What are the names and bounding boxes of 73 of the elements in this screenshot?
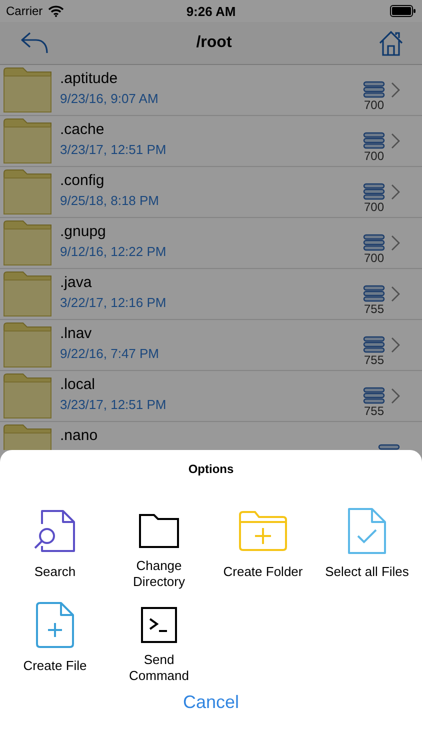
file-name: .cache xyxy=(60,121,106,138)
permissions-label: 755 xyxy=(364,302,384,316)
file-name: .nano xyxy=(60,427,99,444)
file-row[interactable]: .gnupg 9/12/16, 12:22 PM 700 xyxy=(0,218,422,269)
stack-icon[interactable] xyxy=(363,182,385,200)
carrier-label: Carrier xyxy=(6,4,43,18)
wifi-icon xyxy=(48,5,64,17)
folder-icon xyxy=(3,271,53,317)
file-row[interactable]: .cache 3/23/17, 12:51 PM 700 xyxy=(0,116,422,167)
stack-icon[interactable] xyxy=(363,336,385,352)
permissions-label: 700 xyxy=(364,250,384,264)
stack-icon[interactable] xyxy=(378,444,400,450)
file-row[interactable]: .local 3/23/17, 12:51 PM 755 xyxy=(0,371,422,422)
file-name: .gnupg xyxy=(60,223,107,240)
file-date: 3/23/17, 12:51 PM xyxy=(60,142,168,157)
file-date: 9/25/18, 8:18 PM xyxy=(60,193,160,208)
folder-icon xyxy=(3,424,53,450)
terminal-icon xyxy=(141,607,177,643)
clock: 9:26 AM xyxy=(185,4,237,18)
file-row[interactable]: .lnav 9/22/16, 7:47 PM 755 xyxy=(0,320,422,371)
file-name: .java xyxy=(60,274,93,291)
file-check-icon xyxy=(348,508,386,554)
permissions-label: 700 xyxy=(364,148,384,162)
file-name: .config xyxy=(60,172,106,189)
file-name: .local xyxy=(60,376,96,393)
home-icon[interactable] xyxy=(378,30,404,56)
permissions-label: 700 xyxy=(364,98,384,112)
folder-icon xyxy=(3,373,53,419)
option-button[interactable]: Create File xyxy=(5,598,105,684)
stack-icon[interactable] xyxy=(363,80,385,98)
option-button[interactable]: Send Command xyxy=(109,598,209,684)
chevron-icon[interactable] xyxy=(391,388,400,404)
chevron-icon[interactable] xyxy=(391,286,400,302)
chevron-icon[interactable] xyxy=(391,235,400,251)
file-date: 9/23/16, 9:07 AM xyxy=(60,91,160,106)
file-plus-icon xyxy=(36,602,74,648)
path-title: /root xyxy=(196,34,232,52)
file-date: 3/23/17, 12:51 PM xyxy=(60,397,168,412)
option-button[interactable]: Change Directory xyxy=(109,504,209,590)
stack-icon[interactable] xyxy=(363,284,385,302)
chevron-icon[interactable] xyxy=(391,82,400,98)
stack-icon[interactable] xyxy=(363,386,385,404)
option-button[interactable]: Select all Files xyxy=(317,504,417,590)
permissions-label: 755 xyxy=(364,352,384,366)
file-row[interactable]: .config 9/25/18, 8:18 PM 700 xyxy=(0,167,422,218)
option-button[interactable]: Create Folder xyxy=(213,504,313,590)
folder-icon xyxy=(139,514,179,548)
folder-icon xyxy=(3,220,53,266)
back-arrow-icon[interactable] xyxy=(20,31,50,55)
stack-icon[interactable] xyxy=(363,234,385,250)
folder-icon xyxy=(3,118,53,164)
search-icon xyxy=(32,508,78,554)
file-date: 3/22/17, 12:16 PM xyxy=(60,295,168,310)
folder-icon xyxy=(3,322,53,368)
folder-plus-icon xyxy=(239,511,287,551)
chevron-icon[interactable] xyxy=(391,337,400,353)
sheet-title: Options xyxy=(188,462,234,476)
folder-icon xyxy=(3,67,53,113)
option-button[interactable]: Search xyxy=(5,504,105,590)
cancel-button[interactable]: Cancel xyxy=(172,688,250,717)
permissions-label: 755 xyxy=(364,404,384,418)
file-row[interactable]: .aptitude 9/23/16, 9:07 AM 700 xyxy=(0,65,422,116)
chevron-icon[interactable] xyxy=(391,133,400,149)
file-date: 9/22/16, 7:47 PM xyxy=(60,346,160,361)
chevron-icon[interactable] xyxy=(391,184,400,200)
file-row[interactable]: .java 3/22/17, 12:16 PM 755 xyxy=(0,269,422,320)
battery-icon xyxy=(390,5,416,17)
stack-icon[interactable] xyxy=(363,132,385,148)
folder-icon xyxy=(3,169,53,215)
file-date: 9/12/16, 12:22 PM xyxy=(60,244,168,259)
file-name: .lnav xyxy=(60,325,93,342)
file-name: .aptitude xyxy=(60,70,119,87)
permissions-label: 700 xyxy=(364,200,384,214)
